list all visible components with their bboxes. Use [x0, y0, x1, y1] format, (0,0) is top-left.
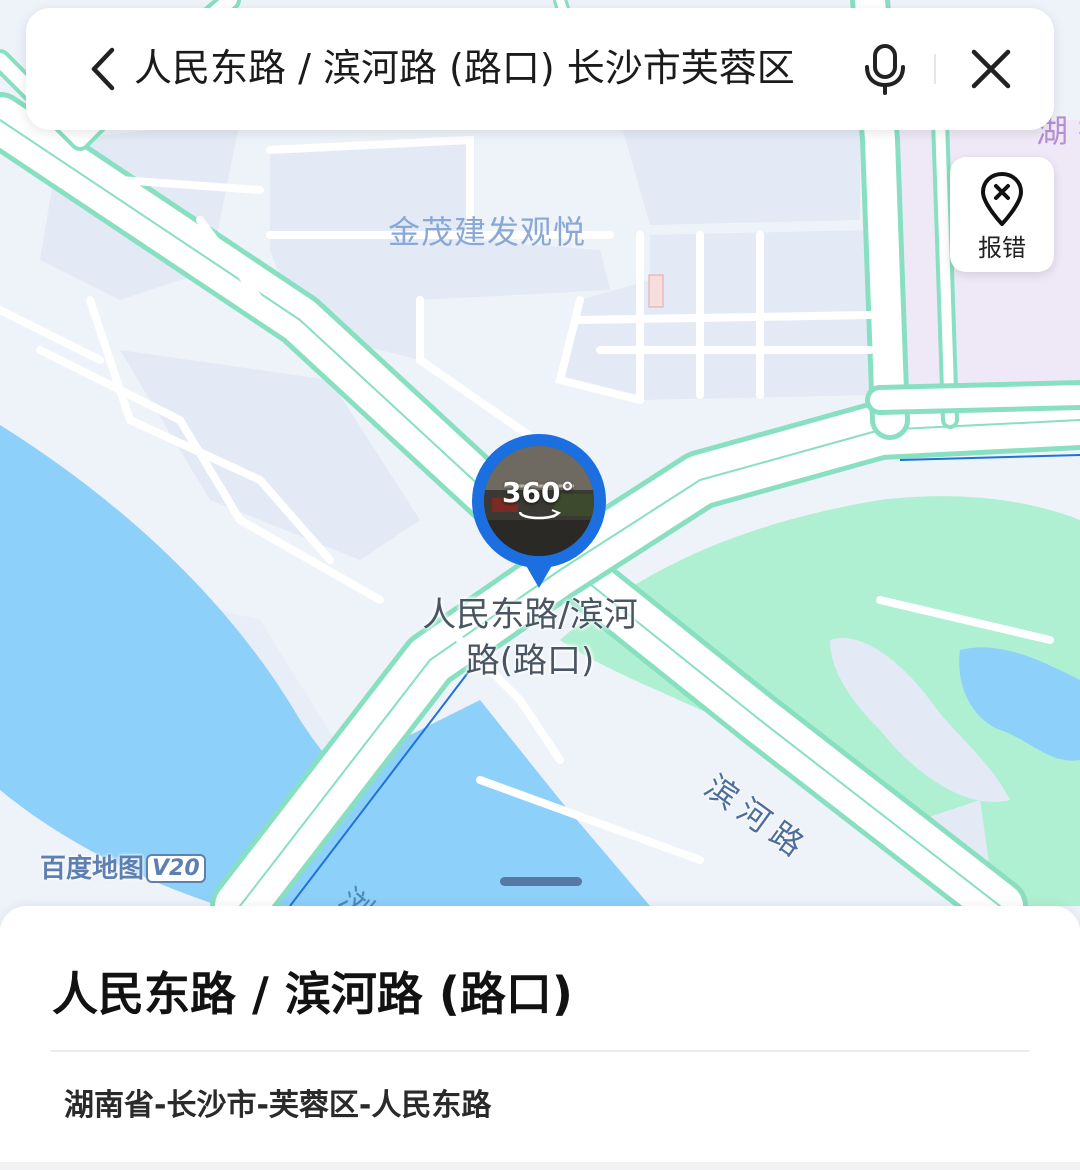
place-address: 湖南省-长沙市-芙蓉区-人民东路: [64, 1088, 492, 1123]
location-pin-x-icon: [981, 172, 1023, 226]
panorama-360-badge: 360°: [502, 476, 575, 509]
report-error-button[interactable]: 报错: [950, 157, 1054, 272]
panorama-thumbnail[interactable]: 360°: [472, 434, 606, 568]
sheet-drag-handle[interactable]: [500, 877, 582, 886]
report-error-label: 报错: [978, 234, 1026, 262]
chevron-left-icon: [91, 47, 115, 91]
place-detail-sheet[interactable]: 人民东路 / 滨河路 (路口) 湖南省-长沙市-芙蓉区-人民东路: [0, 906, 1080, 1170]
search-query-text[interactable]: 人民东路 / 滨河路 (路口) 长沙市芙蓉区: [134, 38, 834, 98]
search-bar-divider: [934, 54, 936, 84]
poi-label-line2: 路(路口): [465, 641, 595, 681]
place-title: 人民东路 / 滨河路 (路口): [52, 967, 573, 1021]
map-label-residential[interactable]: 金茂建发观悦: [388, 207, 586, 253]
poi-label-line1: 人民东路/滨河: [422, 595, 638, 635]
poi-label[interactable]: 人民东路/滨河 路(路口): [404, 592, 656, 684]
back-button[interactable]: [70, 36, 136, 102]
logo-text: 百度地图: [40, 854, 145, 884]
microphone-icon: [865, 44, 905, 95]
logo-version-badge: V20: [146, 854, 206, 883]
sheet-divider: [50, 1050, 1030, 1052]
panorama-marker[interactable]: 360°: [472, 434, 606, 588]
baidu-map-logo: 百度地图 V20: [40, 848, 206, 885]
close-icon: [971, 49, 1011, 89]
voice-search-button[interactable]: [854, 38, 916, 100]
bottom-edge: [0, 1162, 1080, 1170]
rotate-360-icon: [518, 509, 562, 520]
close-button[interactable]: [958, 36, 1024, 102]
search-bar[interactable]: 人民东路 / 滨河路 (路口) 长沙市芙蓉区: [26, 8, 1054, 130]
marker-pointer: [524, 562, 554, 588]
